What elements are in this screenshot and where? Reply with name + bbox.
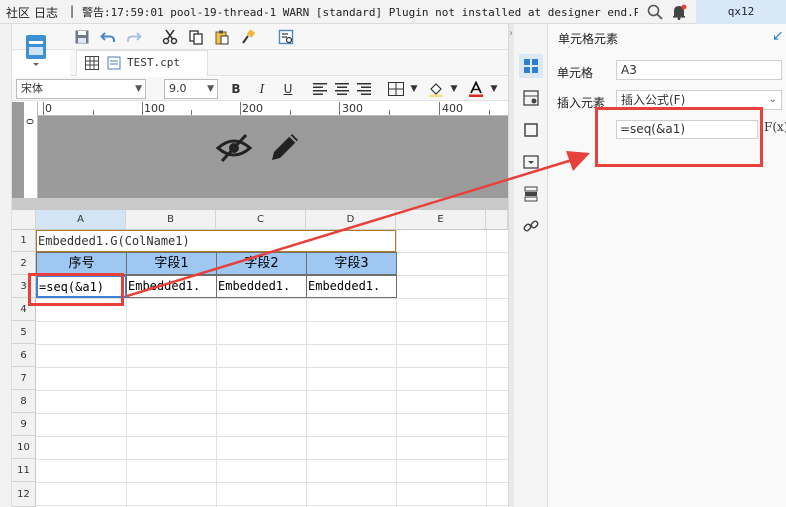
cell-position-field[interactable]: A3	[616, 60, 782, 80]
warning-message[interactable]: 警告:17:59:01 pool-19-thread-1 WARN [stand…	[82, 4, 638, 20]
hyperlink-icon[interactable]	[519, 214, 543, 238]
font-family-select[interactable]: 宋体 ▼	[16, 79, 146, 99]
undo-icon[interactable]	[98, 27, 118, 47]
fill-color-icon[interactable]	[426, 79, 446, 99]
format-painter-icon[interactable]	[238, 27, 258, 47]
cell-c3[interactable]: Embedded1.	[216, 275, 307, 298]
top-bar: 社区 日志 | 警告:17:59:01 pool-19-thread-1 WAR…	[0, 0, 786, 24]
font-size-value: 9.0	[169, 82, 187, 95]
align-center-icon[interactable]	[332, 79, 352, 99]
row-header-9[interactable]: 9	[12, 413, 36, 436]
row-header-8[interactable]: 8	[12, 390, 36, 413]
insert-element-value: 插入公式(F)	[621, 93, 686, 107]
cell-attribute-icon[interactable]	[519, 86, 543, 110]
column-header-b[interactable]: B	[126, 210, 216, 230]
column-header-c[interactable]: C	[216, 210, 306, 230]
corner-header[interactable]	[12, 210, 36, 230]
tab-filename: TEST.cpt	[127, 56, 180, 69]
column-header-e[interactable]: E	[396, 210, 486, 230]
panel-title: 单元格元素	[558, 32, 619, 46]
cell-d3[interactable]: Embedded1.	[306, 275, 397, 298]
font-family-value: 宋体	[21, 82, 43, 95]
edit-pencil-icon[interactable]	[268, 130, 302, 167]
cell-c2[interactable]: 字段2	[216, 252, 307, 275]
cell-a2[interactable]: 序号	[36, 252, 127, 275]
panel-expand-icon[interactable]: ↙	[772, 28, 784, 44]
file-icon	[107, 56, 121, 73]
underline-button[interactable]: U	[278, 79, 298, 99]
format-bar: 宋体 ▼ 9.0 ▼ B I U ▼ ▼ ▼	[12, 77, 508, 101]
column-header-a[interactable]: A	[36, 210, 126, 230]
grid-icon	[85, 56, 99, 73]
user-account[interactable]: qx12	[696, 0, 786, 24]
annotation-highlight-formula	[595, 107, 763, 167]
cell-label: 单元格	[557, 66, 594, 80]
notification-bell-icon[interactable]	[670, 3, 688, 21]
column-header-filler	[486, 210, 508, 230]
bold-button[interactable]: B	[226, 79, 246, 99]
horizontal-ruler: 0 100 200 300 400	[38, 102, 508, 116]
row-header-10[interactable]: 10	[12, 436, 36, 459]
chevron-down-icon[interactable]: ▼	[484, 79, 504, 99]
left-edge-strip	[0, 24, 12, 507]
cut-icon[interactable]	[160, 27, 180, 47]
font-color-icon[interactable]	[466, 79, 486, 99]
chevron-down-icon[interactable]: ▼	[444, 79, 464, 99]
chevron-down-icon: ▼	[207, 84, 214, 94]
copy-icon[interactable]	[186, 27, 206, 47]
chevron-down-icon: ▼	[135, 84, 142, 94]
column-header-d[interactable]: D	[306, 210, 396, 230]
log-link[interactable]: 日志	[34, 4, 58, 21]
widget-settings-icon[interactable]	[519, 118, 543, 142]
row-header-12[interactable]: 12	[12, 482, 36, 507]
panel-icon-bar	[514, 24, 548, 507]
vruler-mark: 0	[23, 118, 35, 125]
align-left-icon[interactable]	[310, 79, 330, 99]
redo-icon[interactable]	[124, 27, 144, 47]
hide-eye-icon[interactable]	[215, 132, 253, 167]
main-toolbar	[12, 24, 508, 50]
ruler-mark: 200	[242, 102, 263, 115]
border-icon[interactable]	[386, 79, 406, 99]
ruler-mark: 0	[45, 102, 52, 115]
row-header-2[interactable]: 2	[12, 252, 36, 275]
tab-bar: TEST.cpt	[70, 50, 508, 76]
row-header-1[interactable]: 1	[12, 230, 36, 252]
cell-element-panel: 单元格元素 ↙ 单元格 A3 插入元素 插入公式(F) ⌄ =seq(&a1) …	[548, 24, 786, 507]
annotation-highlight-cell	[28, 273, 124, 306]
report-logo-icon[interactable]	[14, 28, 58, 72]
chevron-down-icon: ⌄	[768, 94, 777, 105]
band-divider	[12, 198, 508, 210]
cell-b3[interactable]: Embedded1.	[126, 275, 217, 298]
ruler-mark: 400	[442, 102, 463, 115]
align-right-icon[interactable]	[354, 79, 374, 99]
row-header-5[interactable]: 5	[12, 321, 36, 344]
italic-button[interactable]: I	[252, 79, 272, 99]
insert-formula-tb-icon[interactable]	[276, 27, 296, 47]
formula-editor-button[interactable]: F(x)	[764, 120, 786, 140]
ruler-mark: 300	[342, 102, 363, 115]
data-column-icon[interactable]	[519, 182, 543, 206]
search-icon[interactable]	[646, 3, 664, 21]
cell-d2[interactable]: 字段3	[306, 252, 397, 275]
row-header-11[interactable]: 11	[12, 459, 36, 482]
cell-b2[interactable]: 字段1	[126, 252, 217, 275]
ruler-mark: 100	[144, 102, 165, 115]
separator: |	[70, 4, 75, 18]
row-header-6[interactable]: 6	[12, 344, 36, 367]
row-header-7[interactable]: 7	[12, 367, 36, 390]
chevron-down-icon[interactable]: ▼	[404, 79, 424, 99]
cell-a1[interactable]: Embedded1.G(ColName1)	[36, 230, 396, 252]
header-band-area	[38, 116, 508, 198]
save-icon[interactable]	[72, 27, 92, 47]
tab-test-cpt[interactable]: TEST.cpt	[76, 50, 208, 76]
community-link[interactable]: 社区	[6, 4, 30, 21]
cell-element-icon[interactable]	[519, 54, 543, 78]
chevron-right-icon[interactable]: ›	[509, 28, 513, 39]
paste-icon[interactable]	[212, 27, 232, 47]
font-size-select[interactable]: 9.0 ▼	[164, 79, 218, 99]
spreadsheet-grid[interactable]: A B C D E 1 2 3 4 5 6 7 8 9 10 11 12 Emb…	[12, 210, 508, 507]
vertical-ruler: 0	[24, 102, 38, 198]
condition-attribute-icon[interactable]	[519, 150, 543, 174]
